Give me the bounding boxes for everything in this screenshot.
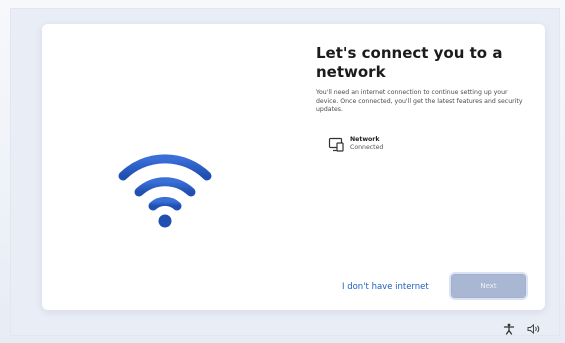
illustration-pane [42,24,295,310]
accessibility-icon[interactable] [503,323,515,335]
page-description: You'll need an internet connection to co… [316,89,523,114]
network-name: Network [350,136,380,143]
wifi-icon [118,154,212,228]
volume-icon[interactable] [527,323,541,335]
content-pane: Let's connect you to a network You'll ne… [316,24,536,310]
next-button[interactable]: Next [451,274,526,298]
network-status: Connected [350,144,384,151]
no-internet-link[interactable]: I don't have internet [342,282,429,293]
network-list-item[interactable]: Network Connected [328,136,383,160]
network-ethernet-icon [328,137,344,152]
oobe-dialog: Let's connect you to a network You'll ne… [42,24,545,310]
network-info: Network Connected [350,136,383,152]
page-title: Let's connect you to a network [316,44,503,81]
